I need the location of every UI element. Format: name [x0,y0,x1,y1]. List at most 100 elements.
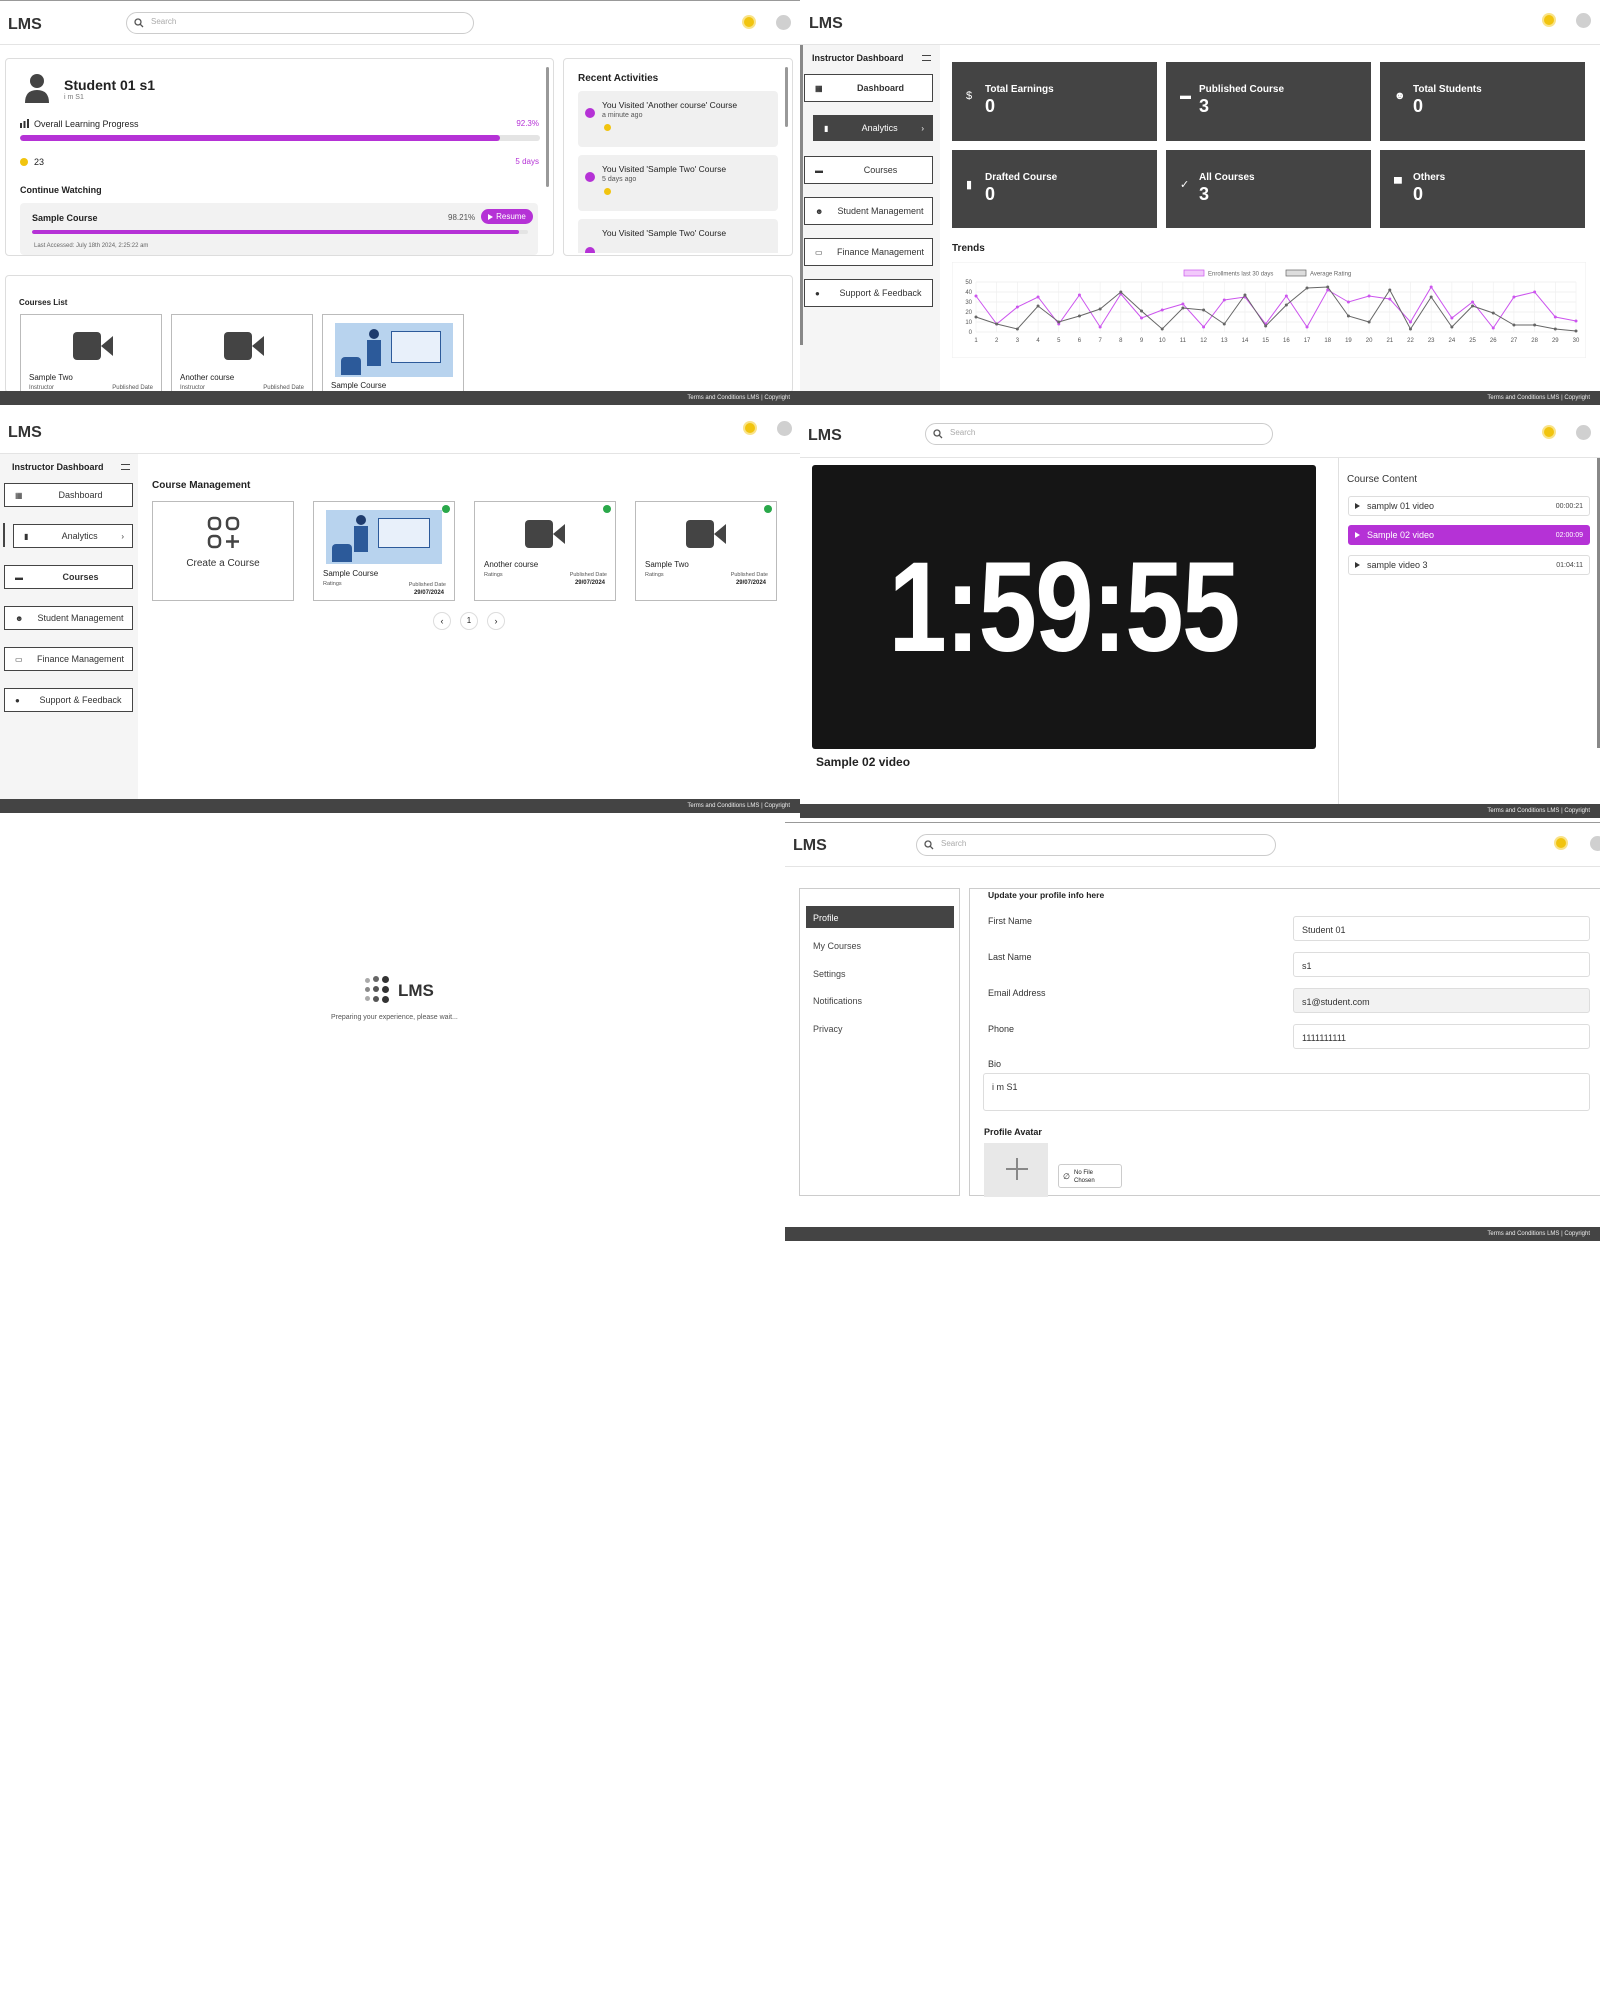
course-thumbnail [335,323,453,377]
activity-clock-icon [585,108,595,118]
video-item-active[interactable]: Sample 02 video 02:00:09 [1348,525,1590,545]
data-point [1015,305,1019,309]
app-logo[interactable]: LMS [793,837,827,855]
app-logo[interactable]: LMS [8,424,42,442]
sidebar-item-dashboard[interactable]: ▦ Dashboard [4,483,133,507]
stat-total-students[interactable]: ☻ Total Students 0 [1380,62,1585,141]
data-point [1367,320,1371,324]
pagination-prev-button[interactable]: ‹ [433,612,451,630]
video-player[interactable]: 1:59:55 [812,465,1316,749]
x-tick-label: 25 [1469,338,1476,344]
app-logo[interactable]: LMS [809,15,843,33]
create-course-card[interactable]: Create a Course [152,501,294,601]
sidebar-item-analytics[interactable]: ▮ Analytics › [13,524,133,548]
data-point [1036,295,1040,299]
course-card[interactable]: Sample Two Ratings Published Date 29/07/… [635,501,777,601]
footer[interactable]: Terms and Conditions LMS | Copyright [785,1227,1600,1241]
file-chooser-button[interactable]: ∅ No File Chosen [1058,1164,1122,1188]
course-card[interactable]: Sample Course [322,314,464,394]
footer[interactable]: Terms and Conditions LMS | Copyright [800,804,1600,818]
main-scrollbar[interactable] [800,45,803,345]
card-scrollbar[interactable] [785,67,788,127]
footer[interactable]: Terms and Conditions LMS | Copyright [800,391,1600,405]
activity-item[interactable]: You Visited 'Sample Two' Course 5 days a… [578,155,778,211]
stat-published-course[interactable]: ▬ Published Course 3 [1166,62,1371,141]
theme-toggle-icon[interactable] [1556,838,1566,848]
card-scrollbar[interactable] [546,67,549,187]
menu-item-settings[interactable]: Settings [806,962,954,984]
bio-field[interactable]: i m S1 [983,1073,1590,1111]
menu-item-privacy[interactable]: Privacy [806,1017,954,1039]
sidebar-item-dashboard[interactable]: ▦ Dashboard [804,74,933,102]
sidebar-scrollbar[interactable] [3,523,5,547]
sidebar-item-courses[interactable]: ▬ Courses [4,565,133,589]
video-item[interactable]: samplw 01 video 00:00:21 [1348,496,1590,516]
data-point [1471,304,1475,308]
theme-toggle-icon[interactable] [744,17,754,27]
sidebar-item-student-management[interactable]: ☻ Student Management [804,197,933,225]
app-logo[interactable]: LMS [808,427,842,445]
ratings-label: Ratings [645,572,664,578]
data-point [1222,322,1226,326]
activity-text: You Visited 'Sample Two' Course [602,164,727,174]
stat-others[interactable]: ▀ Others 0 [1380,150,1585,228]
activity-item[interactable]: You Visited 'Sample Two' Course [578,219,778,253]
video-item[interactable]: sample video 3 01:04:11 [1348,555,1590,575]
x-tick-label: 12 [1200,338,1207,344]
menu-item-my-courses[interactable]: My Courses [806,934,954,956]
sidebar-item-support-feedback[interactable]: ● Support & Feedback [804,279,933,307]
sidebar-item-finance-management[interactable]: ▭ Finance Management [4,647,133,671]
resume-button[interactable]: Resume [481,209,533,224]
course-card[interactable]: Another course Instructor Published Date [171,314,313,394]
sidebar-item-support-feedback[interactable]: ● Support & Feedback [4,688,133,712]
theme-toggle-icon[interactable] [745,423,755,433]
y-tick-label: 50 [965,280,972,286]
course-card[interactable]: Sample Course Ratings Published Date 29/… [313,501,455,601]
sidebar-item-courses[interactable]: ▬ Courses [804,156,933,184]
sidebar-item-finance-management[interactable]: ▭ Finance Management [804,238,933,266]
search-input[interactable]: Search [925,423,1273,445]
avatar[interactable] [1576,425,1591,440]
last-name-field[interactable]: s1 [1293,952,1590,977]
course-title: Sample Course [331,381,387,390]
menu-item-profile[interactable]: Profile [806,906,954,928]
theme-toggle-icon[interactable] [1544,427,1554,437]
stat-drafted-course[interactable]: ▮ Drafted Course 0 [952,150,1157,228]
menu-toggle-icon[interactable] [121,464,130,470]
continue-course-card[interactable]: Sample Course 98.21% Resume Last Accesse… [20,203,538,255]
avatar-upload[interactable] [984,1143,1048,1197]
pagination-page[interactable]: 1 [460,612,478,630]
menu-toggle-icon[interactable] [922,55,931,61]
phone-field[interactable]: 1111111111 [1293,1024,1590,1049]
x-tick-label: 13 [1221,338,1228,344]
email-field[interactable]: s1@student.com [1293,988,1590,1013]
activity-item[interactable]: You Visited 'Another course' Course a mi… [578,91,778,147]
avatar[interactable] [1576,13,1591,28]
stat-total-earnings[interactable]: $ Total Earnings 0 [952,62,1157,141]
search-input[interactable]: Search [916,834,1276,856]
avatar[interactable] [776,15,791,30]
data-point [1429,285,1433,289]
stat-all-courses[interactable]: ✓ All Courses 3 [1166,150,1371,228]
course-card[interactable]: Another course Ratings Published Date 29… [474,501,616,601]
play-icon [1355,562,1360,568]
avatar[interactable] [777,421,792,436]
footer[interactable]: Terms and Conditions LMS | Copyright [0,799,800,813]
first-name-field[interactable]: Student 01 [1293,916,1590,941]
search-input[interactable]: Search [126,12,474,34]
theme-toggle-icon[interactable] [1544,15,1554,25]
courses-list-title: Courses List [19,298,68,307]
app-logo[interactable]: LMS [8,16,42,34]
course-card[interactable]: Sample Two Instructor Published Date [20,314,162,394]
x-tick-label: 21 [1386,338,1393,344]
sidebar-item-analytics[interactable]: ▮ Analytics › [813,115,933,141]
avatar[interactable] [1590,836,1600,851]
pagination-next-button[interactable]: › [487,612,505,630]
x-tick-label: 18 [1324,338,1331,344]
dollar-icon: $ [966,90,973,102]
sidebar-item-student-management[interactable]: ☻ Student Management [4,606,133,630]
data-point [1264,324,1268,328]
footer[interactable]: Terms and Conditions LMS | Copyright [0,391,800,405]
legend-swatch [1285,269,1307,277]
menu-item-notifications[interactable]: Notifications [806,989,954,1011]
